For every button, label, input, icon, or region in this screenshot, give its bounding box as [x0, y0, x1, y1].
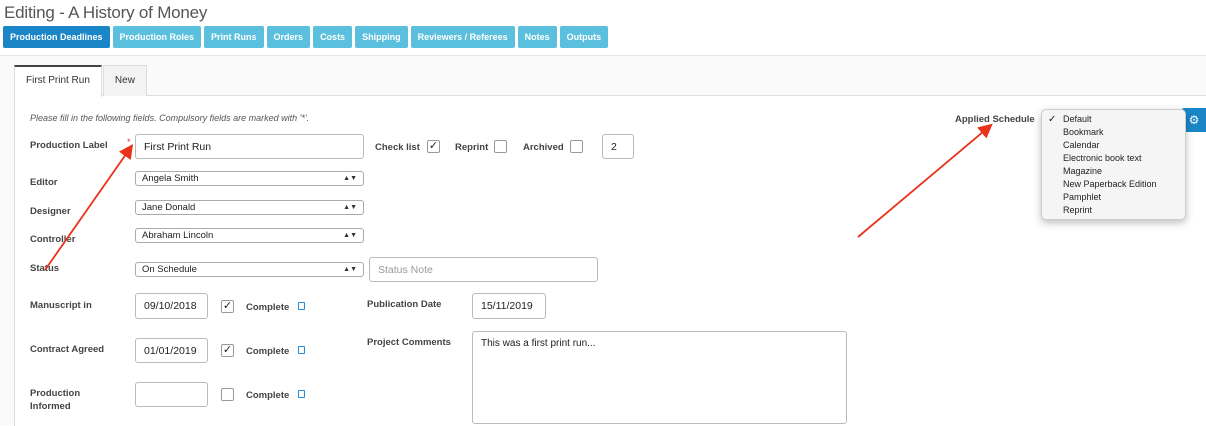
schedule-option-magazine[interactable]: Magazine [1042, 165, 1185, 178]
contract-agreed-label: Contract Agreed [30, 344, 105, 355]
production-informed-complete-checkbox[interactable] [221, 388, 234, 401]
status-note-input[interactable]: Status Note [369, 257, 598, 282]
tab-first-print-run[interactable]: First Print Run [14, 65, 102, 97]
controller-value: Abraham Lincoln [142, 230, 214, 241]
top-navigation: Production Deadlines Production Roles Pr… [3, 26, 609, 48]
nav-production-deadlines-button[interactable]: Production Deadlines [3, 26, 110, 48]
print-run-tabs: First Print Run New [14, 65, 148, 97]
controller-label: Controller [30, 234, 76, 245]
schedule-option-pamphlet[interactable]: Pamphlet [1042, 191, 1185, 204]
schedule-option-new-paperback-edition[interactable]: New Paperback Edition [1042, 178, 1185, 191]
manuscript-complete-checkbox[interactable]: ✓ [221, 300, 234, 313]
check-list-label: Check list [375, 142, 420, 153]
applied-schedule-dropdown[interactable]: ✓ Default Bookmark Calendar Electronic bo… [1041, 109, 1186, 220]
status-value: On Schedule [142, 264, 197, 275]
manuscript-in-date-input[interactable]: 09/10/2018 [135, 293, 208, 319]
nav-reviewers-button[interactable]: Reviewers / Referees [410, 26, 515, 48]
production-informed-label-line2: Informed [30, 401, 71, 412]
nav-print-runs-button[interactable]: Print Runs [204, 26, 264, 48]
tab-new[interactable]: New [102, 65, 147, 96]
editor-label: Editor [30, 177, 58, 188]
publication-date-input[interactable]: 15/11/2019 [472, 293, 546, 319]
required-marker: * [127, 137, 131, 147]
archived-checkbox[interactable] [570, 140, 583, 153]
nav-shipping-button[interactable]: Shipping [355, 26, 408, 48]
note-icon[interactable] [298, 346, 305, 354]
production-informed-date-input[interactable] [135, 382, 208, 407]
schedule-option-default[interactable]: ✓ Default [1042, 113, 1185, 126]
designer-select[interactable]: Jane Donald ▲▼ [135, 200, 364, 215]
schedule-option-electronic-book-text[interactable]: Electronic book text [1042, 152, 1185, 165]
contract-complete-checkbox[interactable]: ✓ [221, 344, 234, 357]
designer-value: Jane Donald [142, 202, 196, 213]
select-arrows-icon: ▲▼ [343, 175, 357, 182]
reprint-label: Reprint [455, 142, 489, 153]
schedule-option-reprint[interactable]: Reprint [1042, 204, 1185, 217]
checkmark-icon: ✓ [1048, 114, 1057, 125]
nav-orders-button[interactable]: Orders [266, 26, 311, 48]
contract-agreed-date-input[interactable]: 01/01/2019 [135, 338, 208, 363]
archived-label: Archived [523, 142, 564, 153]
note-icon[interactable] [298, 390, 305, 398]
contract-complete-label: Complete [246, 346, 290, 357]
nav-production-roles-button[interactable]: Production Roles [112, 26, 202, 48]
nav-outputs-button[interactable]: Outputs [559, 26, 609, 48]
status-select[interactable]: On Schedule ▲▼ [135, 262, 364, 277]
production-label-label: Production Label [30, 140, 108, 151]
select-arrows-icon: ▲▼ [343, 232, 357, 239]
publication-date-label: Publication Date [367, 299, 442, 310]
editor-select[interactable]: Angela Smith ▲▼ [135, 171, 364, 186]
select-arrows-icon: ▲▼ [343, 204, 357, 211]
designer-label: Designer [30, 206, 71, 217]
count-input[interactable]: 2 [602, 134, 634, 159]
nav-costs-button[interactable]: Costs [313, 26, 353, 48]
schedule-option-calendar[interactable]: Calendar [1042, 139, 1185, 152]
project-comments-label: Project Comments [367, 337, 451, 348]
status-label: Status [30, 263, 60, 274]
production-informed-label-line1: Production [30, 388, 81, 399]
project-comments-textarea[interactable]: This was a first print run... [472, 331, 847, 424]
reprint-checkbox[interactable] [494, 140, 507, 153]
select-arrows-icon: ▲▼ [343, 266, 357, 273]
note-icon[interactable] [298, 302, 305, 310]
controller-select[interactable]: Abraham Lincoln ▲▼ [135, 228, 364, 243]
production-label-input[interactable]: First Print Run [135, 134, 364, 159]
nav-notes-button[interactable]: Notes [517, 26, 557, 48]
applied-schedule-label: Applied Schedule [955, 114, 1035, 125]
manuscript-complete-label: Complete [246, 302, 290, 313]
manuscript-in-label: Manuscript in [30, 300, 92, 311]
production-informed-complete-label: Complete [246, 390, 290, 401]
page-title: Editing - A History of Money [4, 3, 208, 22]
check-list-checkbox[interactable]: ✓ [427, 140, 440, 153]
form-hint: Please fill in the following fields. Com… [30, 113, 310, 123]
editor-value: Angela Smith [142, 173, 199, 184]
schedule-option-bookmark[interactable]: Bookmark [1042, 126, 1185, 139]
